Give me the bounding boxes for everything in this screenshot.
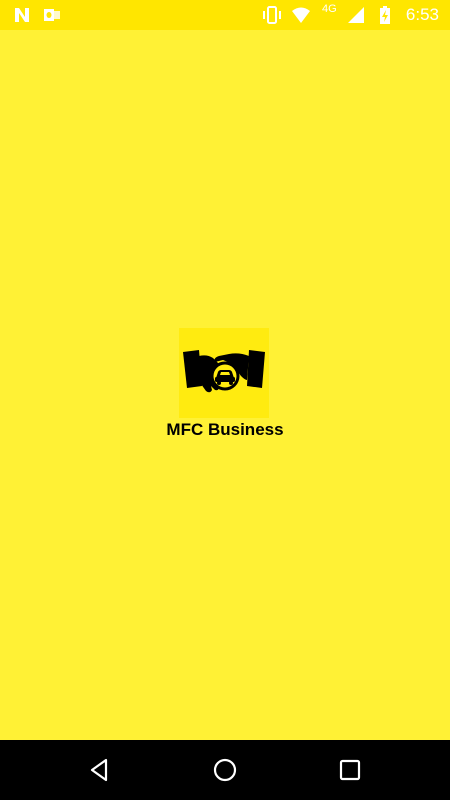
recents-icon[interactable] — [337, 757, 363, 783]
vibrate-icon — [263, 6, 281, 24]
back-icon[interactable] — [87, 757, 113, 783]
navigation-bar — [0, 740, 450, 800]
signal-icon — [348, 7, 364, 23]
handshake-car-logo-icon — [183, 350, 265, 393]
n-notification-icon — [15, 8, 29, 22]
app-logo — [179, 328, 269, 418]
outlook-icon — [44, 9, 60, 21]
status-time: 6:53 — [405, 5, 439, 24]
network-type-label: 4G — [322, 3, 337, 15]
battery-charging-icon — [380, 6, 390, 24]
app-name-label: MFC Business — [166, 420, 284, 439]
home-icon[interactable] — [212, 757, 238, 783]
splash-screen: 4G 6:53 MFC Business — [0, 0, 450, 800]
wifi-icon — [292, 7, 310, 23]
status-bar: 4G 6:53 — [0, 0, 450, 30]
